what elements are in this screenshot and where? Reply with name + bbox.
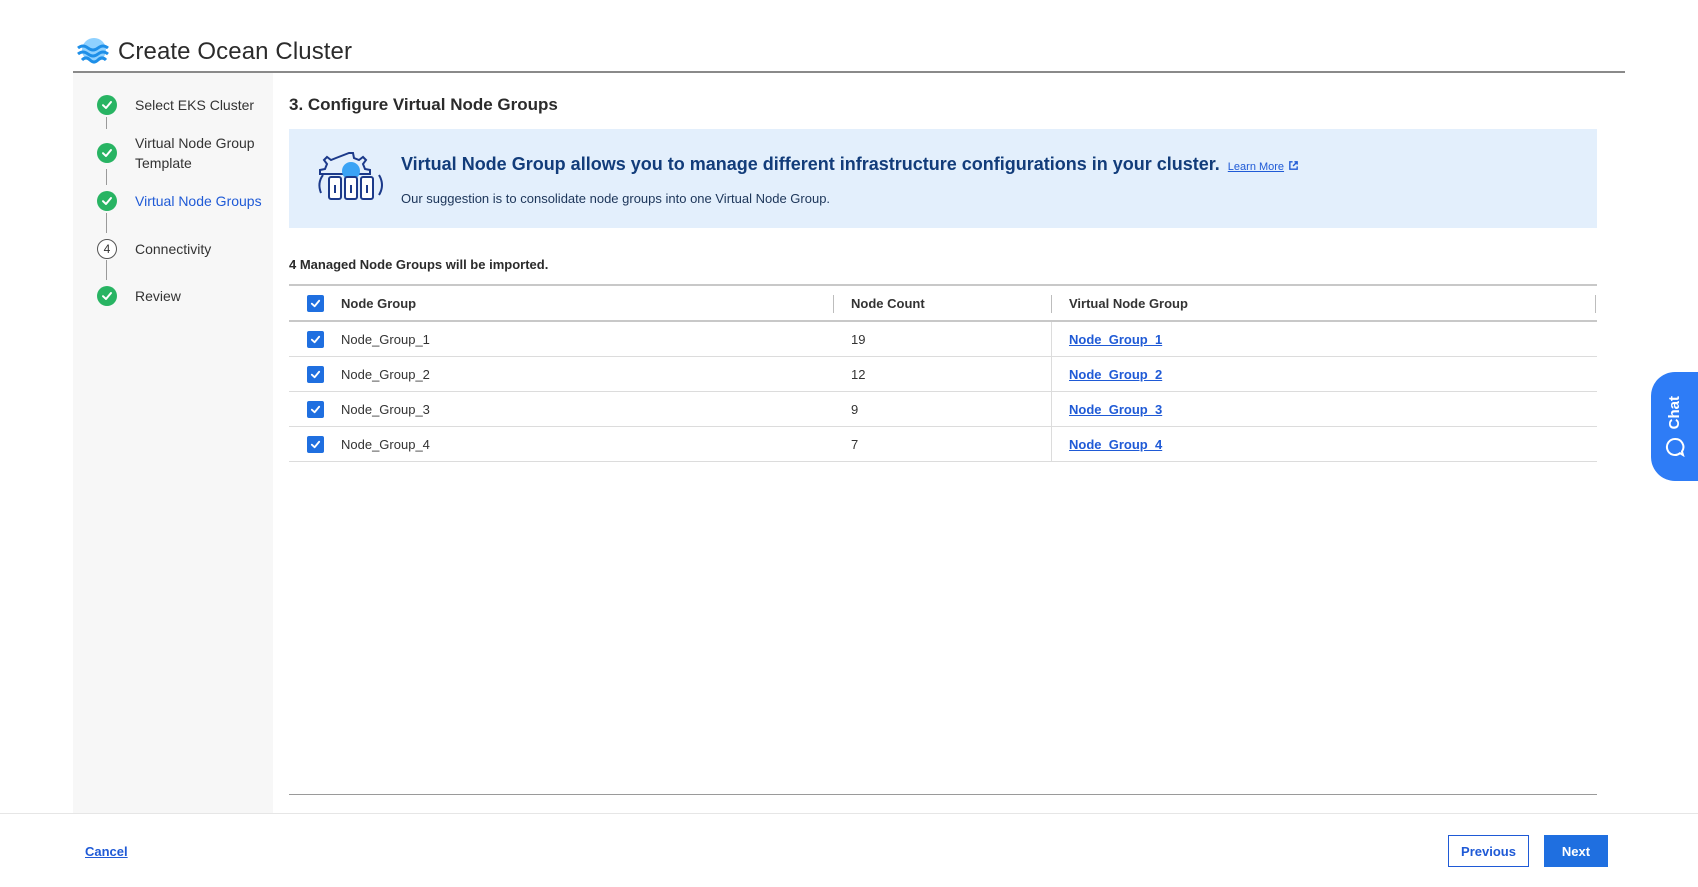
external-link-icon	[1289, 161, 1298, 170]
step-label: Connectivity	[135, 241, 212, 257]
check-circle-icon	[97, 143, 117, 163]
table-row: Node_Group_1 19 Node_Group_1	[289, 322, 1597, 357]
step-number-badge: 4	[97, 239, 117, 259]
column-divider	[833, 295, 834, 313]
column-divider	[1051, 295, 1052, 313]
column-header-node-count[interactable]: Node Count	[851, 286, 925, 320]
row-checkbox[interactable]	[307, 330, 324, 348]
select-all-checkbox[interactable]	[307, 294, 324, 312]
node-count: 9	[851, 401, 859, 417]
row-checkbox-cell	[307, 357, 324, 391]
next-button[interactable]: Next	[1544, 835, 1608, 867]
step-connector	[106, 117, 107, 129]
step-connector	[106, 213, 107, 233]
step-label: Virtual Node Group Template	[135, 135, 255, 171]
info-banner: Virtual Node Group allows you to manage …	[289, 129, 1597, 228]
node-group-gear-icon	[318, 152, 383, 200]
row-checkbox-cell	[307, 427, 324, 461]
virtual-node-group-link[interactable]: Node_Group_4	[1069, 437, 1162, 452]
learn-more-text: Learn More	[1227, 161, 1285, 173]
content-bottom-divider	[289, 794, 1597, 795]
column-divider	[1051, 392, 1052, 426]
cancel-link[interactable]: Cancel	[85, 844, 128, 859]
step-virtual-node-groups[interactable]: Virtual Node Groups	[97, 191, 265, 211]
step-virtual-node-group-template[interactable]: Virtual Node Group Template	[97, 133, 265, 173]
node-count: 7	[851, 436, 859, 452]
banner-subtext: Our suggestion is to consolidate node gr…	[401, 191, 831, 206]
step-label-active: Virtual Node Groups	[135, 193, 262, 209]
node-group-name: Node_Group_3	[341, 401, 430, 417]
virtual-node-group-link[interactable]: Node_Group_2	[1069, 367, 1162, 382]
chat-bubble-icon	[1665, 438, 1685, 458]
node-group-name: Node_Group_2	[341, 366, 430, 382]
check-circle-icon	[97, 95, 117, 115]
learn-more-link[interactable]: Learn More	[1228, 161, 1299, 173]
section-title: 3. Configure Virtual Node Groups	[289, 95, 558, 114]
virtual-node-group-link[interactable]: Node_Group_1	[1069, 332, 1162, 347]
column-header-virtual-node-group[interactable]: Virtual Node Group	[1069, 286, 1188, 320]
step-label: Review	[135, 288, 181, 304]
banner-heading: Virtual Node Group allows you to manage …	[401, 154, 1299, 175]
check-circle-icon	[97, 286, 117, 306]
page-header: Create Ocean Cluster	[73, 32, 1625, 73]
virtual-node-group-link[interactable]: Node_Group_3	[1069, 402, 1162, 417]
column-divider	[1051, 357, 1052, 391]
node-count: 19	[851, 331, 866, 347]
select-all-checkbox-cell	[307, 286, 324, 320]
row-checkbox[interactable]	[307, 400, 324, 418]
step-connector	[106, 260, 107, 280]
row-checkbox[interactable]	[307, 435, 324, 453]
node-group-name: Node_Group_1	[341, 331, 430, 347]
step-select-eks-cluster[interactable]: Select EKS Cluster	[97, 95, 265, 115]
table-row: Node_Group_4 7 Node_Group_4	[289, 427, 1597, 462]
row-checkbox[interactable]	[307, 365, 324, 383]
step-connectivity[interactable]: 4 Connectivity	[97, 239, 265, 259]
column-divider	[1595, 295, 1596, 313]
node-count: 12	[851, 366, 866, 382]
table-row: Node_Group_2 12 Node_Group_2	[289, 357, 1597, 392]
wizard-footer: Cancel Previous Next	[0, 813, 1698, 887]
table-header: Node Group Node Count Virtual Node Group	[289, 284, 1597, 322]
row-checkbox-cell	[307, 322, 324, 356]
column-divider	[1051, 427, 1052, 461]
column-divider	[1051, 322, 1052, 356]
main-content: 3. Configure Virtual Node Groups Virtual…	[289, 73, 1597, 797]
virtual-node-group-cell: Node_Group_4	[1069, 427, 1162, 461]
wizard-steps-sidebar: Select EKS Cluster Virtual Node Group Te…	[73, 73, 273, 813]
ocean-waves-icon	[77, 37, 109, 63]
banner-heading-text: Virtual Node Group allows you to manage …	[401, 154, 1220, 174]
virtual-node-group-cell: Node_Group_2	[1069, 357, 1162, 391]
import-note: 4 Managed Node Groups will be imported.	[289, 257, 549, 272]
column-header-node-group[interactable]: Node Group	[341, 286, 416, 320]
step-label: Select EKS Cluster	[135, 97, 255, 113]
page-title: Create Ocean Cluster	[118, 37, 353, 65]
node-group-name: Node_Group_4	[341, 436, 430, 452]
node-groups-table: Node Group Node Count Virtual Node Group…	[289, 284, 1597, 462]
virtual-node-group-cell: Node_Group_1	[1069, 322, 1162, 356]
step-review[interactable]: Review	[97, 286, 265, 306]
page: Create Ocean Cluster Select EKS Cluster …	[0, 0, 1698, 887]
table-row: Node_Group_3 9 Node_Group_3	[289, 392, 1597, 427]
chat-widget-button[interactable]: Chat	[1651, 372, 1698, 481]
virtual-node-group-cell: Node_Group_3	[1069, 392, 1162, 426]
check-circle-icon	[97, 191, 117, 211]
chat-label: Chat	[1666, 395, 1683, 430]
row-checkbox-cell	[307, 392, 324, 426]
previous-button[interactable]: Previous	[1448, 835, 1529, 867]
